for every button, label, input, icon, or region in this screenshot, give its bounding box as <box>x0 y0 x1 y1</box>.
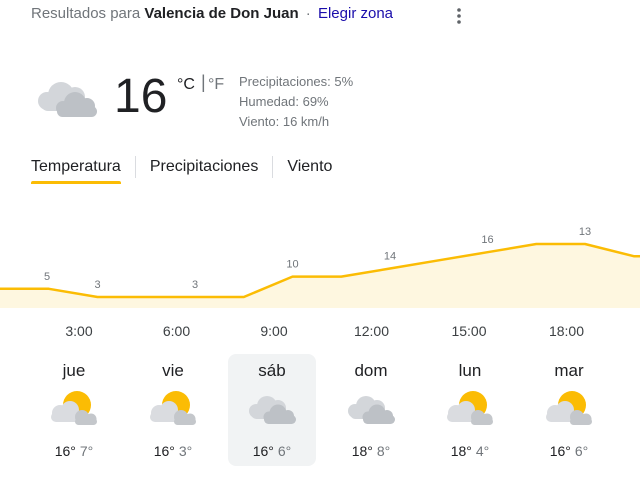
high-temp: 16° <box>252 443 274 459</box>
day-card-selected[interactable]: sáb 16° 6° <box>228 354 316 466</box>
humidity-text: Humedad: 69% <box>239 94 329 109</box>
hour-label: 12:00 <box>353 323 390 339</box>
day-temperatures: 16° 6° <box>228 443 316 459</box>
day-temperatures: 16° 3° <box>129 443 217 459</box>
location-header: Resultados para Valencia de Don Juan · E… <box>31 5 393 22</box>
high-temp: 18° <box>450 443 472 459</box>
low-temp: 6° <box>574 443 589 459</box>
partly-cloudy-icon <box>541 388 597 430</box>
day-card[interactable]: vie 16° 3° <box>129 354 217 466</box>
day-temperatures: 18° 4° <box>426 443 514 459</box>
location-name: Valencia de Don Juan <box>144 5 299 22</box>
cloudy-icon <box>31 73 103 123</box>
unit-separator: | <box>201 72 206 92</box>
low-temp: 8° <box>376 443 391 459</box>
day-name: dom <box>354 361 388 380</box>
current-temperature: 16 <box>114 70 168 123</box>
day-name: jue <box>62 361 86 380</box>
day-card[interactable]: lun 18° 4° <box>426 354 514 466</box>
day-temperatures: 16° 7° <box>30 443 118 459</box>
low-temp: 4° <box>475 443 490 459</box>
day-card[interactable]: dom 18° 8° <box>327 354 415 466</box>
hour-label: 18:00 <box>548 323 585 339</box>
day-name: mar <box>554 361 584 380</box>
fahrenheit-toggle[interactable]: °F <box>208 76 224 94</box>
high-temp: 18° <box>351 443 373 459</box>
low-temp: 3° <box>178 443 193 459</box>
day-name: vie <box>162 361 184 380</box>
day-temperatures: 18° 8° <box>327 443 415 459</box>
hourly-temperature-chart[interactable]: 5 3 3 10 14 16 13 <box>0 215 640 315</box>
day-name: lun <box>458 361 482 380</box>
tab-precipitation[interactable]: Precipitaciones <box>150 155 259 184</box>
tab-divider <box>272 156 274 178</box>
data-label: 14 <box>384 250 396 262</box>
partly-cloudy-icon <box>442 388 498 430</box>
hour-label: 3:00 <box>65 323 93 339</box>
precipitation-text: Precipitaciones: 5% <box>239 74 354 89</box>
data-label: 16 <box>481 234 493 246</box>
data-label: 10 <box>286 259 298 271</box>
tab-divider <box>134 156 136 178</box>
day-card[interactable]: mar 16° 6° <box>525 354 613 466</box>
tab-temperature[interactable]: Temperatura <box>31 155 121 184</box>
results-prefix: Resultados para <box>31 5 141 22</box>
data-label: 3 <box>94 279 100 291</box>
hour-label: 6:00 <box>162 323 191 339</box>
hour-label: 15:00 <box>451 323 487 339</box>
data-label: 3 <box>192 279 198 291</box>
cloudy-icon <box>244 388 300 430</box>
hour-axis: 3:00 6:00 9:00 12:00 15:00 18:00 <box>0 323 640 341</box>
day-temperatures: 16° 6° <box>525 443 613 459</box>
day-card[interactable]: jue 16° 7° <box>30 354 118 466</box>
tab-wind[interactable]: Viento <box>287 155 332 184</box>
low-temp: 6° <box>277 443 292 459</box>
hour-label: 9:00 <box>260 323 288 339</box>
partly-cloudy-icon <box>46 388 102 430</box>
cloudy-icon <box>343 388 399 430</box>
partly-cloudy-icon <box>145 388 201 430</box>
wind-text: Viento: 16 km/h <box>239 114 330 129</box>
low-temp: 7° <box>79 443 94 459</box>
more-options-icon[interactable] <box>451 6 467 26</box>
separator-dot: · <box>305 5 311 22</box>
high-temp: 16° <box>549 443 571 459</box>
weather-details: Precipitaciones: 5% Humedad: 69% Viento:… <box>239 72 353 132</box>
high-temp: 16° <box>54 443 76 459</box>
chart-tabs: Temperatura Precipitaciones Viento <box>31 155 332 189</box>
data-label: 5 <box>44 271 50 283</box>
celsius-toggle[interactable]: °C <box>177 76 195 94</box>
day-name: sáb <box>258 361 286 380</box>
choose-zone-link[interactable]: Elegir zona <box>318 5 393 22</box>
high-temp: 16° <box>153 443 175 459</box>
data-label: 13 <box>579 226 591 238</box>
